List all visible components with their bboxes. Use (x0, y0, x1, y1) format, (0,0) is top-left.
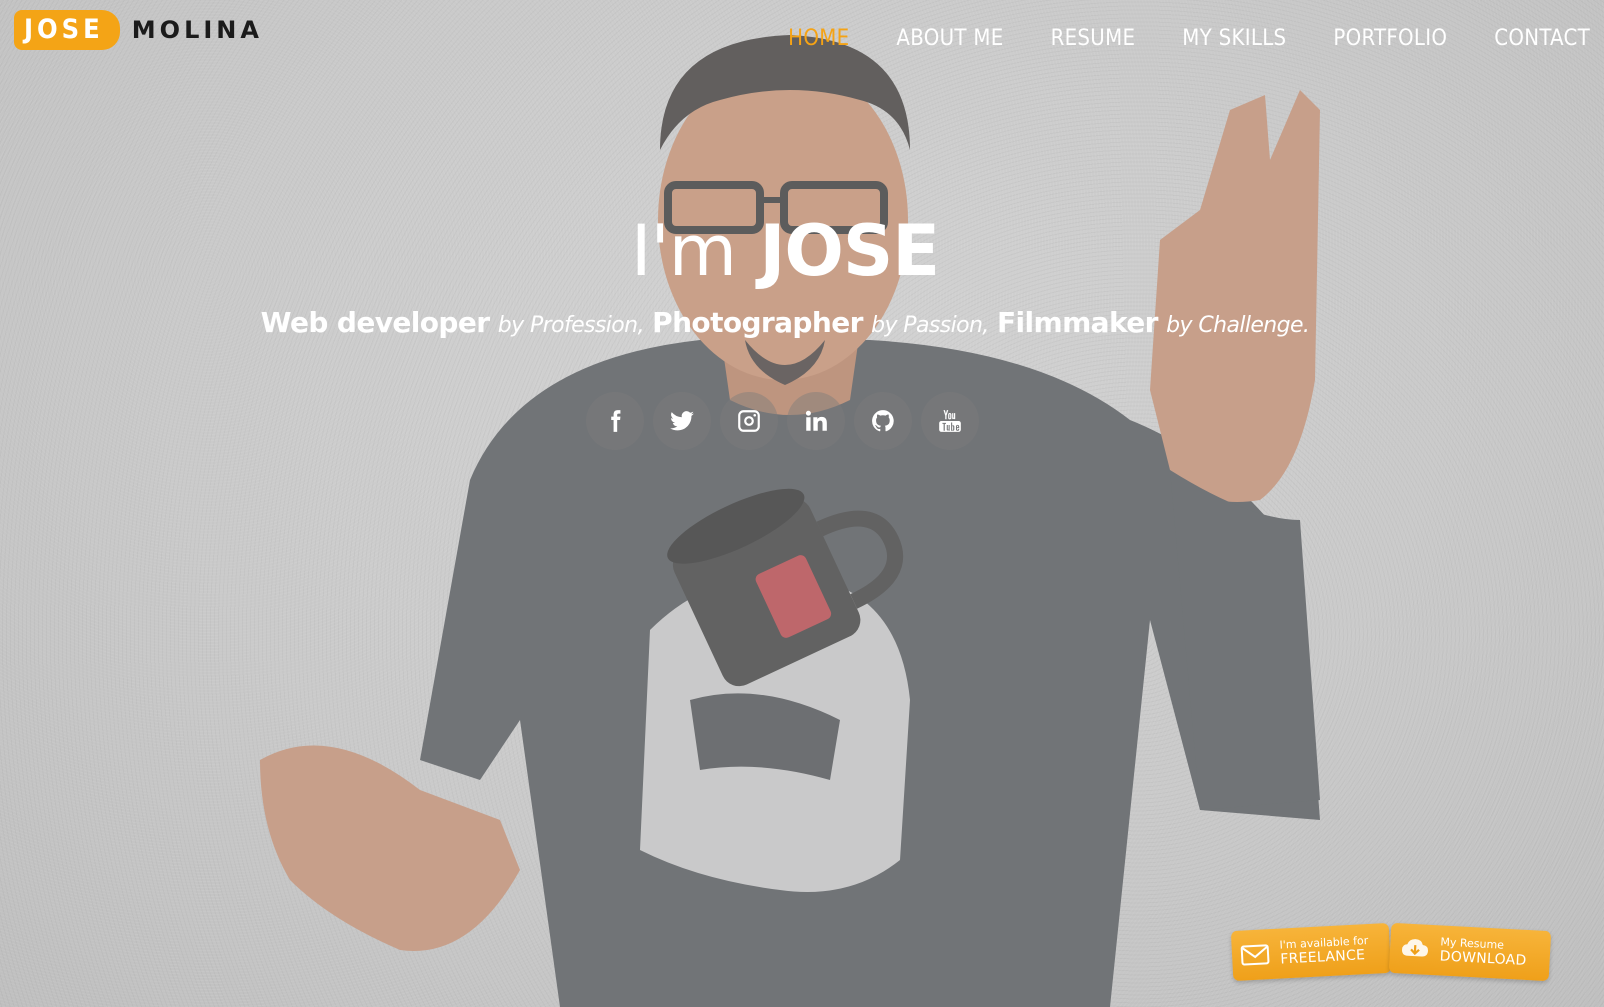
nav-resume[interactable]: RESUME (1051, 26, 1136, 51)
logo-first-name: JOSE (14, 10, 120, 50)
nav-my-skills[interactable]: MY SKILLS (1182, 26, 1286, 51)
site-logo[interactable]: JOSE MOLINA (14, 10, 263, 50)
resume-download-button[interactable]: My Resume DOWNLOAD (1388, 922, 1552, 982)
hero-greeting: I'm (630, 210, 737, 292)
tagline-by-3: by Challenge. (1166, 313, 1310, 338)
linkedin-link[interactable] (787, 392, 845, 450)
linkedin-icon (805, 410, 827, 431)
instagram-link[interactable] (720, 392, 778, 450)
envelope-icon (1240, 944, 1270, 966)
twitter-icon (670, 411, 694, 431)
twitter-link[interactable] (653, 392, 711, 450)
youtube-icon (939, 410, 961, 432)
social-links (586, 392, 979, 450)
resume-big-text: DOWNLOAD (1439, 948, 1527, 970)
freelance-button[interactable]: I'm available for FREELANCE (1230, 922, 1392, 982)
instagram-icon (738, 410, 760, 432)
nav-home[interactable]: HOME (788, 26, 849, 51)
main-nav: HOME ABOUT ME RESUME MY SKILLS PORTFOLIO… (788, 26, 1590, 51)
hero-tagline: Web developer by Profession, Photographe… (0, 306, 1570, 339)
freelance-big-text: FREELANCE (1279, 947, 1366, 968)
nav-portfolio[interactable]: PORTFOLIO (1333, 26, 1447, 51)
nav-contact[interactable]: CONTACT (1494, 26, 1590, 51)
tagline-role-2: Photographer (652, 306, 863, 339)
nav-about-me[interactable]: ABOUT ME (896, 26, 1003, 51)
tagline-role-1: Web developer (260, 306, 490, 339)
logo-last-name: MOLINA (131, 16, 263, 44)
github-icon (872, 410, 894, 432)
facebook-link[interactable] (586, 392, 644, 450)
hero-headline: I'm JOSE (0, 210, 1570, 292)
youtube-link[interactable] (921, 392, 979, 450)
hero-photo (260, 35, 1320, 1007)
hero-name: JOSE (759, 210, 940, 292)
tagline-by-2: by Passion, (871, 313, 989, 338)
hero-section: JOSE MOLINA HOME ABOUT ME RESUME MY SKIL… (0, 0, 1604, 1007)
github-link[interactable] (854, 392, 912, 450)
facebook-icon (611, 410, 621, 432)
tagline-by-1: by Profession, (497, 313, 645, 338)
tagline-role-3: Filmmaker (997, 306, 1158, 339)
cloud-download-icon (1402, 939, 1429, 957)
